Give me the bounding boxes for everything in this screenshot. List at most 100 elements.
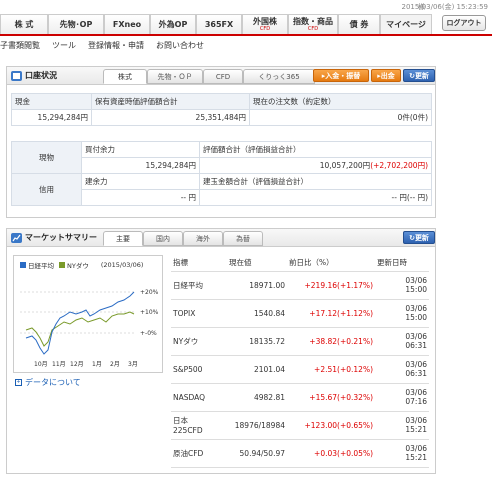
main-nav: 株 式 先物･OP FXneo 外為OP 365FX 外国株 CFD 指数・商品 C… xyxy=(0,14,492,36)
col-change: 前日比（%） xyxy=(287,255,375,272)
account-tab-cfd[interactable]: CFD xyxy=(203,69,243,84)
row-change: +38.82(+0.21%) xyxy=(287,327,375,356)
account-summary-table: 現金 保有資産時価評価額合計 現在の注文数（約定数） 15,294,284円 2… xyxy=(11,93,432,126)
row-value: 2101.04 xyxy=(227,355,287,384)
plus-box-icon: + xyxy=(15,379,22,386)
valuation-value: 10,057,200円 xyxy=(319,161,371,170)
position-amount-value: -- 円(-- 円) xyxy=(199,189,432,206)
row-name: NASDAQ xyxy=(171,383,227,412)
market-tab-domestic[interactable]: 国内 xyxy=(143,231,183,246)
shinyo-label: 信用 xyxy=(11,173,82,206)
timestamp: 2015/03/06(金) 15:23:59 xyxy=(401,3,488,11)
genbutsu-label: 現物 xyxy=(11,141,82,174)
market-tab-major[interactable]: 主要 xyxy=(103,231,143,246)
row-time: 03/06 06:31 xyxy=(375,327,429,356)
logout-button[interactable]: ログアウト xyxy=(442,15,486,31)
data-about-link[interactable]: + データについて xyxy=(15,377,81,388)
xlabel-jan: 1月 xyxy=(92,361,102,368)
market-row-sp500: S&P500 2101.04 +2.51(+0.12%) 03/06 06:31 xyxy=(171,355,429,384)
account-tab-click365[interactable]: くりっく365 xyxy=(243,69,315,84)
orders-label: 現在の注文数（約定数） xyxy=(249,93,432,110)
tab-forex-op[interactable]: 外為OP xyxy=(150,14,196,34)
row-name: NYダウ xyxy=(171,327,227,356)
xlabel-nov: 11月 xyxy=(52,361,66,368)
ylabel-0: +-0% xyxy=(140,330,157,337)
market-tab-overseas[interactable]: 海外 xyxy=(183,231,223,246)
orders-value: 0件(0件) xyxy=(249,109,432,126)
xlabel-dec: 12月 xyxy=(70,361,84,368)
market-row-nydow: NYダウ 18135.72 +38.82(+0.21%) 03/06 06:31 xyxy=(171,327,429,356)
xlabel-oct: 10月 xyxy=(34,361,48,368)
market-row-crude: 原油CFD 50.94/50.97 +0.03(+0.05%) 03/06 15:… xyxy=(171,439,429,468)
col-index: 指標 xyxy=(171,255,227,272)
account-panel: 口座状況 株式 先物・ＯＰ CFD くりっく365 ▸ 入金・振替 ▸ 出金 ↻ 更新… xyxy=(6,66,436,218)
xlabel-feb: 2月 xyxy=(110,361,120,368)
ylabel-20: +20% xyxy=(140,289,159,296)
col-updated: 更新日時 xyxy=(375,255,429,272)
market-row-225cfd: 日本 225CFD 18976/18984 +123.00(+0.65%) 03/… xyxy=(171,411,429,440)
valuation-label: 評価額合計（評価損益合計） xyxy=(199,141,432,158)
margin-power-label: 建余力 xyxy=(81,173,200,190)
timestamp-prefix: 様 xyxy=(418,3,425,11)
row-name: TOPIX xyxy=(171,299,227,328)
market-row-topix: TOPIX 1540.84 +17.12(+1.12%) 03/06 15:00 xyxy=(171,299,429,328)
cash-value: 15,294,284円 xyxy=(11,109,92,126)
submenu-documents[interactable]: 子書類閲覧 xyxy=(0,40,40,56)
market-header-row: 指標 現在値 前日比（%） 更新日時 xyxy=(171,255,429,272)
account-refresh-button[interactable]: ↻ 更新 xyxy=(403,69,435,82)
dow-line xyxy=(25,311,135,347)
row-value: 18976/18984 xyxy=(227,411,287,440)
row-name: 日本 225CFD xyxy=(171,411,227,440)
tab-foreign-stock-cfd[interactable]: 外国株 CFD xyxy=(242,14,288,34)
row-value: 50.94/50.97 xyxy=(227,439,287,468)
chart-canvas: +20% +10% +-0% 10月 11月 12月 1月 2月 3月 xyxy=(20,289,159,368)
row-time: 03/06 07:16 xyxy=(375,383,429,412)
submenu-registration[interactable]: 登録情報・申請 xyxy=(88,40,144,56)
submenu: 子書類閲覧 ツール 登録情報・申請 お問い合わせ xyxy=(0,40,204,56)
tab-fxneo[interactable]: FXneo xyxy=(104,14,150,34)
tab-365fx[interactable]: 365FX xyxy=(196,14,242,34)
account-panel-header: 口座状況 株式 先物・ＯＰ CFD くりっく365 ▸ 入金・振替 ▸ 出金 ↻ 更新 xyxy=(7,67,435,85)
market-refresh-button[interactable]: ↻ 更新 xyxy=(403,231,435,244)
tab-futures-op[interactable]: 先物･OP xyxy=(48,14,104,34)
row-time: 03/06 15:00 xyxy=(375,271,429,300)
tab-mypage[interactable]: マイページ xyxy=(380,14,432,34)
tab-bonds[interactable]: 債 券 xyxy=(338,14,380,34)
row-value: 18971.00 xyxy=(227,271,287,300)
row-value: 4982.81 xyxy=(227,383,287,412)
account-tab-futures[interactable]: 先物・ＯＰ xyxy=(147,69,203,84)
row-name: 原油CFD xyxy=(171,439,227,468)
ylabel-10: +10% xyxy=(140,309,159,316)
row-name: S&P500 xyxy=(171,355,227,384)
nikkei-line xyxy=(25,291,135,355)
row-change: +17.12(+1.12%) xyxy=(287,299,375,328)
row-time: 03/06 06:31 xyxy=(375,355,429,384)
tab-index-commodity-cfd[interactable]: 指数・商品 CFD xyxy=(288,14,338,34)
market-tab-forex[interactable]: 為替 xyxy=(223,231,263,246)
holdings-label: 保有資産時価評価額合計 xyxy=(91,93,250,110)
market-title: マーケットサマリー xyxy=(11,232,97,243)
submenu-tools[interactable]: ツール xyxy=(52,40,76,56)
xlabel-mar: 3月 xyxy=(128,361,138,368)
row-value: 1540.84 xyxy=(227,299,287,328)
market-chart: 日経平均 NYダウ (2015/03/06) +20% +10% +-0% 10… xyxy=(13,255,163,373)
account-tab-stocks[interactable]: 株式 xyxy=(103,69,147,84)
buying-power-value: 15,294,284円 xyxy=(81,157,200,174)
withdraw-button[interactable]: ▸ 出金 xyxy=(371,69,401,82)
margin-power-value: -- 円 xyxy=(81,189,200,206)
market-panel-header: マーケットサマリー 主要 国内 海外 為替 ↻ 更新 xyxy=(7,229,435,247)
tab-stocks[interactable]: 株 式 xyxy=(0,14,48,34)
account-title: 口座状況 xyxy=(11,70,57,81)
valuation-value-cell: 10,057,200円(+2,702,200円) xyxy=(199,157,432,174)
submenu-contact[interactable]: お問い合わせ xyxy=(156,40,204,56)
buying-power-label: 買付余力 xyxy=(81,141,200,158)
market-panel: マーケットサマリー 主要 国内 海外 為替 ↻ 更新 日経平均 NYダウ (201… xyxy=(6,228,436,474)
market-row-nasdaq: NASDAQ 4982.81 +15.67(+0.32%) 03/06 07:16 xyxy=(171,383,429,412)
deposit-button[interactable]: ▸ 入金・振替 xyxy=(313,69,369,82)
row-change: +2.51(+0.12%) xyxy=(287,355,375,384)
row-time: 03/06 15:00 xyxy=(375,299,429,328)
account-icon xyxy=(11,70,22,81)
col-price: 現在値 xyxy=(227,255,287,272)
market-icon xyxy=(11,232,22,243)
position-amount-label: 建玉金額合計（評価損益合計） xyxy=(199,173,432,190)
